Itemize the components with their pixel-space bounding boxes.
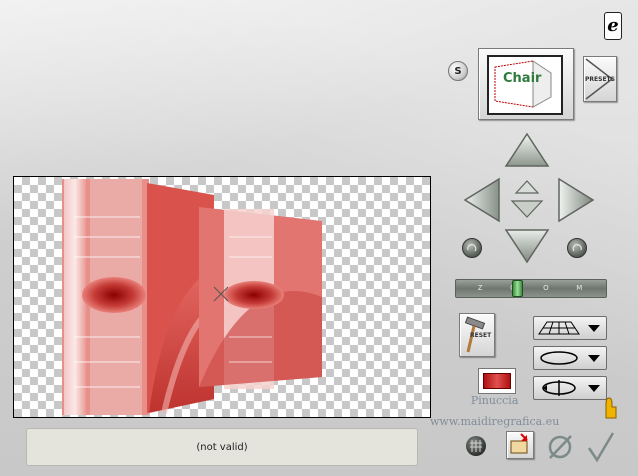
zoom-thumb[interactable] [512, 280, 523, 297]
watermark: Pinuccia www.maidiregrafica.eu [430, 390, 559, 432]
presets-button[interactable]: PRESETS [583, 56, 617, 102]
reset-button[interactable]: RESET [459, 313, 495, 357]
status-text: (not valid) [196, 441, 248, 453]
reset-label: RESET [470, 332, 492, 339]
move-up-button[interactable] [504, 132, 550, 170]
help-icon[interactable]: e [604, 12, 622, 40]
arrow-right-icon [558, 177, 595, 223]
open-folder-icon [510, 433, 528, 454]
ellipse-icon [540, 351, 578, 365]
plane-mode-dropdown[interactable] [533, 316, 607, 340]
grid-toggle-icon [470, 440, 482, 452]
arrow-left-icon [463, 177, 500, 223]
preset-thumbnail[interactable]: Chair [478, 48, 574, 120]
rotate-mode-dropdown[interactable] [533, 346, 607, 370]
preset-thumbnail-text: Chair [503, 71, 542, 86]
depth-up-button[interactable] [514, 179, 540, 195]
ok-check-icon [587, 432, 615, 463]
zoom-letter: O [543, 284, 549, 292]
arrow-up-icon [504, 132, 550, 167]
small-up-icon [514, 180, 540, 194]
zoom-slider[interactable]: Z O O M [455, 279, 607, 298]
move-left-button[interactable] [462, 176, 502, 224]
preview-canvas[interactable] [13, 176, 431, 418]
s-icon: S [454, 65, 462, 77]
rotate-right-button[interactable] [567, 238, 587, 258]
preview-image [62, 179, 322, 415]
zoom-letter: M [576, 284, 583, 292]
zoom-letter: Z [477, 284, 483, 292]
watermark-line1: Pinuccia [470, 394, 519, 407]
rotate-right-icon [572, 244, 582, 252]
presets-label: PRESETS [585, 75, 615, 83]
move-down-button[interactable] [504, 226, 550, 264]
small-down-icon [510, 200, 544, 218]
rotate-left-icon [467, 244, 477, 252]
rotate-left-button[interactable] [462, 238, 482, 258]
zoom-track-labels: Z O O M [464, 282, 596, 294]
watermark-line2: www.maidiregrafica.eu [430, 415, 560, 428]
cancel-icon [548, 435, 572, 459]
move-right-button[interactable] [556, 176, 596, 224]
hand-icon [600, 394, 618, 420]
status-bar: (not valid) [26, 428, 418, 466]
chevron-down-icon [588, 354, 600, 362]
depth-down-button[interactable] [510, 199, 544, 219]
s-button[interactable]: S [448, 61, 468, 81]
grid-toggle-button[interactable] [466, 436, 486, 456]
chevron-down-icon [588, 324, 600, 332]
open-file-button[interactable] [506, 431, 534, 459]
arrow-down-icon [504, 229, 550, 264]
ok-button[interactable] [586, 430, 616, 464]
chevron-down-icon [588, 384, 600, 392]
cancel-button[interactable] [546, 432, 574, 460]
plane-grid-icon [538, 321, 580, 335]
